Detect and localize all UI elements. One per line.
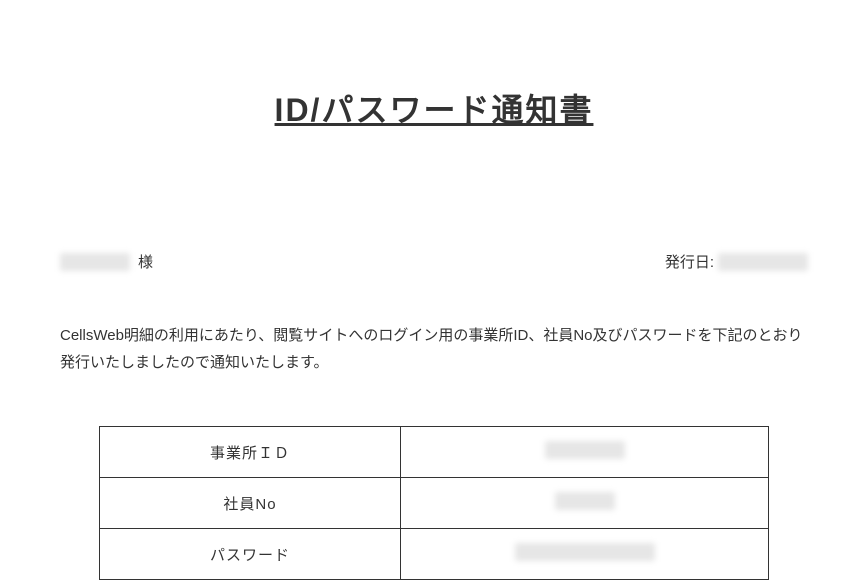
cred-label-office-id: 事業所ＩＤ (100, 427, 401, 478)
cred-value-employee-no (401, 478, 769, 529)
password-redacted (515, 543, 655, 561)
recipient-suffix: 様 (138, 251, 153, 272)
cred-label-password: パスワード (100, 529, 401, 580)
issue-date-label: 発行日: (665, 251, 714, 272)
document-title: ID/パスワード通知書 (60, 85, 808, 131)
office-id-redacted (545, 441, 625, 459)
body-text: CellsWeb明細の利用にあたり、閲覧サイトへのログイン用の事業所ID、社員N… (60, 322, 808, 376)
credentials-table: 事業所ＩＤ 社員No パスワード (99, 426, 769, 580)
employee-no-redacted (555, 492, 615, 510)
issue-date-block: 発行日: (665, 251, 808, 272)
recipient-name-redacted (60, 253, 130, 271)
cred-value-office-id (401, 427, 769, 478)
table-row: 事業所ＩＤ (100, 427, 769, 478)
issue-date-value-redacted (718, 253, 808, 271)
document-page: ID/パスワード通知書 様 発行日: CellsWeb明細の利用にあたり、閲覧サ… (0, 0, 868, 580)
table-row: パスワード (100, 529, 769, 580)
cred-label-employee-no: 社員No (100, 478, 401, 529)
recipient-block: 様 (60, 251, 153, 272)
cred-value-password (401, 529, 769, 580)
info-row: 様 発行日: (60, 251, 808, 272)
table-row: 社員No (100, 478, 769, 529)
